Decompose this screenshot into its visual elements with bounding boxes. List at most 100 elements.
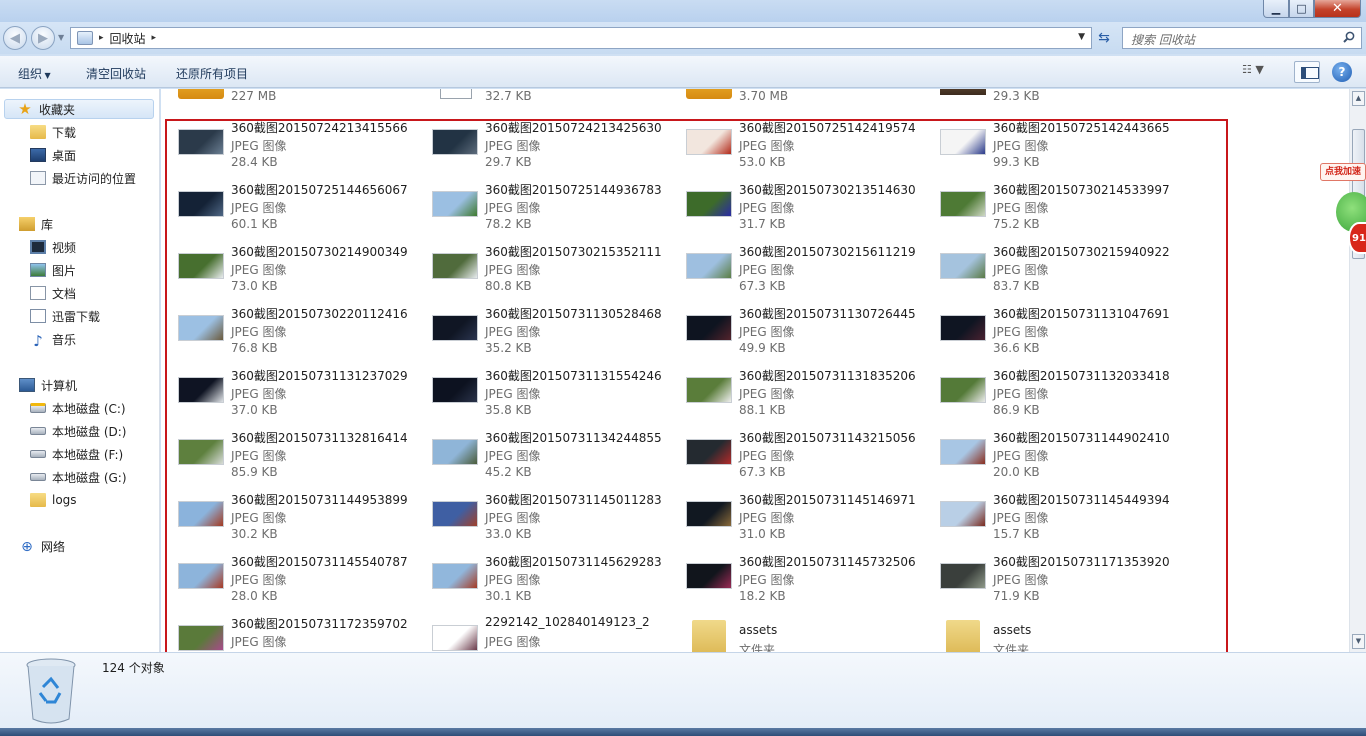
- sidebar-item-downloads[interactable]: 下载: [30, 122, 76, 142]
- sidebar-item-recent[interactable]: 最近访问的位置: [30, 168, 136, 188]
- image-thumbnail: [432, 129, 478, 155]
- file-item[interactable]: 360截图20150725144656067 JPEG 图像 60.1 KB: [178, 181, 428, 241]
- sidebar-item-thunder-downloads[interactable]: 迅雷下载: [30, 306, 100, 326]
- file-item[interactable]: 360截图20150731132033418 JPEG 图像 86.9 KB: [940, 367, 1190, 427]
- file-item[interactable]: 360截图20150730215940922 JPEG 图像 83.7 KB: [940, 243, 1190, 303]
- forward-button[interactable]: ▶: [31, 26, 55, 50]
- sidebar-item-videos[interactable]: 视频: [30, 237, 76, 257]
- address-dropdown-icon[interactable]: ▼: [1078, 32, 1085, 42]
- file-item[interactable]: 360截图20150731131047691 JPEG 图像 36.6 KB: [940, 305, 1190, 365]
- image-thumbnail: [432, 377, 478, 403]
- recent-pages-dropdown[interactable]: ▼: [58, 33, 64, 42]
- desktop-icon: [30, 148, 46, 162]
- speedup-badge[interactable]: 点我加速: [1320, 163, 1366, 181]
- file-item[interactable]: 360截图20150725144936783 JPEG 图像 78.2 KB: [432, 181, 682, 241]
- file-item[interactable]: 360截图20150731145146971 JPEG 图像 31.0 KB: [686, 491, 936, 551]
- file-item[interactable]: 360截图20150731130726445 JPEG 图像 49.9 KB: [686, 305, 936, 365]
- back-button[interactable]: ◀: [3, 26, 27, 50]
- file-item[interactable]: 360截图20150731143215056 JPEG 图像 67.3 KB: [686, 429, 936, 489]
- file-item[interactable]: 360截图20150730213514630 JPEG 图像 31.7 KB: [686, 181, 936, 241]
- restore-all-button[interactable]: 还原所有项目: [176, 65, 248, 82]
- image-thumbnail: [432, 253, 478, 279]
- folder-item[interactable]: assets 文件夹: [940, 615, 1190, 652]
- folder-icon: [30, 493, 46, 507]
- organize-button[interactable]: 组织: [18, 65, 51, 82]
- folder-item[interactable]: assets 文件夹: [686, 615, 936, 652]
- maximize-button[interactable]: □: [1289, 0, 1314, 18]
- breadcrumb-arrow-icon[interactable]: ▸: [99, 33, 104, 43]
- search-input[interactable]: 搜索 回收站: [1122, 27, 1362, 49]
- file-item[interactable]: 360截图20150730215611219 JPEG 图像 67.3 KB: [686, 243, 936, 303]
- breadcrumb-location[interactable]: 回收站: [110, 30, 146, 47]
- image-thumbnail: [432, 315, 478, 341]
- image-thumbnail: [432, 501, 478, 527]
- help-button[interactable]: ?: [1332, 62, 1352, 82]
- sidebar-item-drive-f[interactable]: 本地磁盘 (F:): [30, 444, 123, 464]
- file-size: 80.8 KB: [485, 279, 532, 293]
- file-item[interactable]: 360截图20150731145732506 JPEG 图像 18.2 KB: [686, 553, 936, 613]
- refresh-button[interactable]: ⇆: [1093, 27, 1115, 49]
- file-item[interactable]: 360截图20150730215352111 JPEG 图像 80.8 KB: [432, 243, 682, 303]
- image-thumbnail: [940, 129, 986, 155]
- file-item[interactable]: 360截图20150731131554246 JPEG 图像 35.8 KB: [432, 367, 682, 427]
- minimize-button[interactable]: ▁: [1263, 0, 1289, 18]
- file-item[interactable]: 360截图20150731131237029 JPEG 图像 37.0 KB: [178, 367, 428, 427]
- file-item[interactable]: 360截图20150724213425630 JPEG 图像 29.7 KB: [432, 119, 682, 179]
- empty-recycle-bin-button[interactable]: 清空回收站: [86, 65, 146, 82]
- file-item[interactable]: 360截图20150724213415566 JPEG 图像 28.4 KB: [178, 119, 428, 179]
- file-item[interactable]: 360截图20150731144902410 JPEG 图像 20.0 KB: [940, 429, 1190, 489]
- file-size: 35.8 KB: [485, 403, 532, 417]
- sidebar-libraries[interactable]: 库: [19, 214, 53, 234]
- sidebar-item-logs[interactable]: logs: [30, 490, 77, 510]
- sidebar-item-drive-c[interactable]: 本地磁盘 (C:): [30, 398, 126, 418]
- file-name: 360截图20150730215940922: [993, 245, 1170, 259]
- file-name: 360截图20150731145146971: [739, 493, 916, 507]
- file-item[interactable]: 360截图20150731134244855 JPEG 图像 45.2 KB: [432, 429, 682, 489]
- file-item[interactable]: 360截图20150731132816414 JPEG 图像 85.9 KB: [178, 429, 428, 489]
- view-options-button[interactable]: ☷ ▼: [1242, 63, 1282, 81]
- speedup-count[interactable]: 91: [1348, 222, 1366, 254]
- file-item[interactable]: 360截图20150731145629283 JPEG 图像 30.1 KB: [432, 553, 682, 613]
- file-item[interactable]: 360截图20150730220112416 JPEG 图像 76.8 KB: [178, 305, 428, 365]
- sidebar-item-drive-d[interactable]: 本地磁盘 (D:): [30, 421, 126, 441]
- sidebar-item-documents[interactable]: 文档: [30, 283, 76, 303]
- folder-icon: [30, 125, 46, 139]
- file-item[interactable]: 360截图20150730214900349 JPEG 图像 73.0 KB: [178, 243, 428, 303]
- breadcrumb-arrow-icon[interactable]: ▸: [152, 33, 157, 43]
- sidebar-item-desktop[interactable]: 桌面: [30, 145, 76, 165]
- file-item[interactable]: 360截图20150731131835206 JPEG 图像 88.1 KB: [686, 367, 936, 427]
- file-item[interactable]: 2292142_102840149123_2 JPEG 图像: [432, 615, 682, 652]
- file-item[interactable]: 360截图20150725142443665 JPEG 图像 99.3 KB: [940, 119, 1190, 179]
- file-size: 20.0 KB: [993, 465, 1040, 479]
- sidebar-label: 文档: [52, 286, 77, 301]
- sidebar-computer[interactable]: 计算机: [19, 375, 77, 395]
- file-item[interactable]: 360截图20150731145449394 JPEG 图像 15.7 KB: [940, 491, 1190, 551]
- scroll-up-button[interactable]: ▲: [1352, 91, 1365, 106]
- file-list[interactable]: 227 MB 32.7 KB 3.70 MB 29.3 KB 360截图2015…: [161, 89, 1349, 652]
- file-name: assets: [739, 623, 778, 637]
- image-thumbnail: [940, 191, 986, 217]
- sidebar-label: 视频: [52, 240, 77, 255]
- file-item[interactable]: 360截图20150731145540787 JPEG 图像 28.0 KB: [178, 553, 428, 613]
- file-name: 360截图20150731131554246: [485, 369, 662, 383]
- file-item[interactable]: 360截图20150731172359702 JPEG 图像: [178, 615, 428, 652]
- scroll-down-button[interactable]: ▼: [1352, 634, 1365, 649]
- address-bar[interactable]: ▸ 回收站 ▸ ▼: [70, 27, 1092, 49]
- sidebar-item-music[interactable]: ♪ 音乐: [30, 329, 76, 350]
- file-item[interactable]: 360截图20150731144953899 JPEG 图像 30.2 KB: [178, 491, 428, 551]
- preview-pane-button[interactable]: [1294, 61, 1320, 83]
- file-name: 360截图20150725142419574: [739, 121, 916, 135]
- sidebar-item-pictures[interactable]: 图片: [30, 260, 76, 280]
- sidebar-favorites[interactable]: ★ 收藏夹: [4, 99, 154, 119]
- close-button[interactable]: ✕: [1314, 0, 1361, 18]
- file-item[interactable]: 360截图20150731130528468 JPEG 图像 35.2 KB: [432, 305, 682, 365]
- sidebar-item-drive-g[interactable]: 本地磁盘 (G:): [30, 467, 127, 487]
- file-item[interactable]: 360截图20150730214533997 JPEG 图像 75.2 KB: [940, 181, 1190, 241]
- file-item[interactable]: 360截图20150731145011283 JPEG 图像 33.0 KB: [432, 491, 682, 551]
- file-name: 360截图20150725142443665: [993, 121, 1170, 135]
- file-item[interactable]: 360截图20150725142419574 JPEG 图像 53.0 KB: [686, 119, 936, 179]
- search-icon[interactable]: [1343, 31, 1355, 43]
- file-item[interactable]: 360截图20150731171353920 JPEG 图像 71.9 KB: [940, 553, 1190, 613]
- sidebar-network[interactable]: ⊕ 网络: [19, 536, 65, 556]
- file-name: assets: [993, 623, 1032, 637]
